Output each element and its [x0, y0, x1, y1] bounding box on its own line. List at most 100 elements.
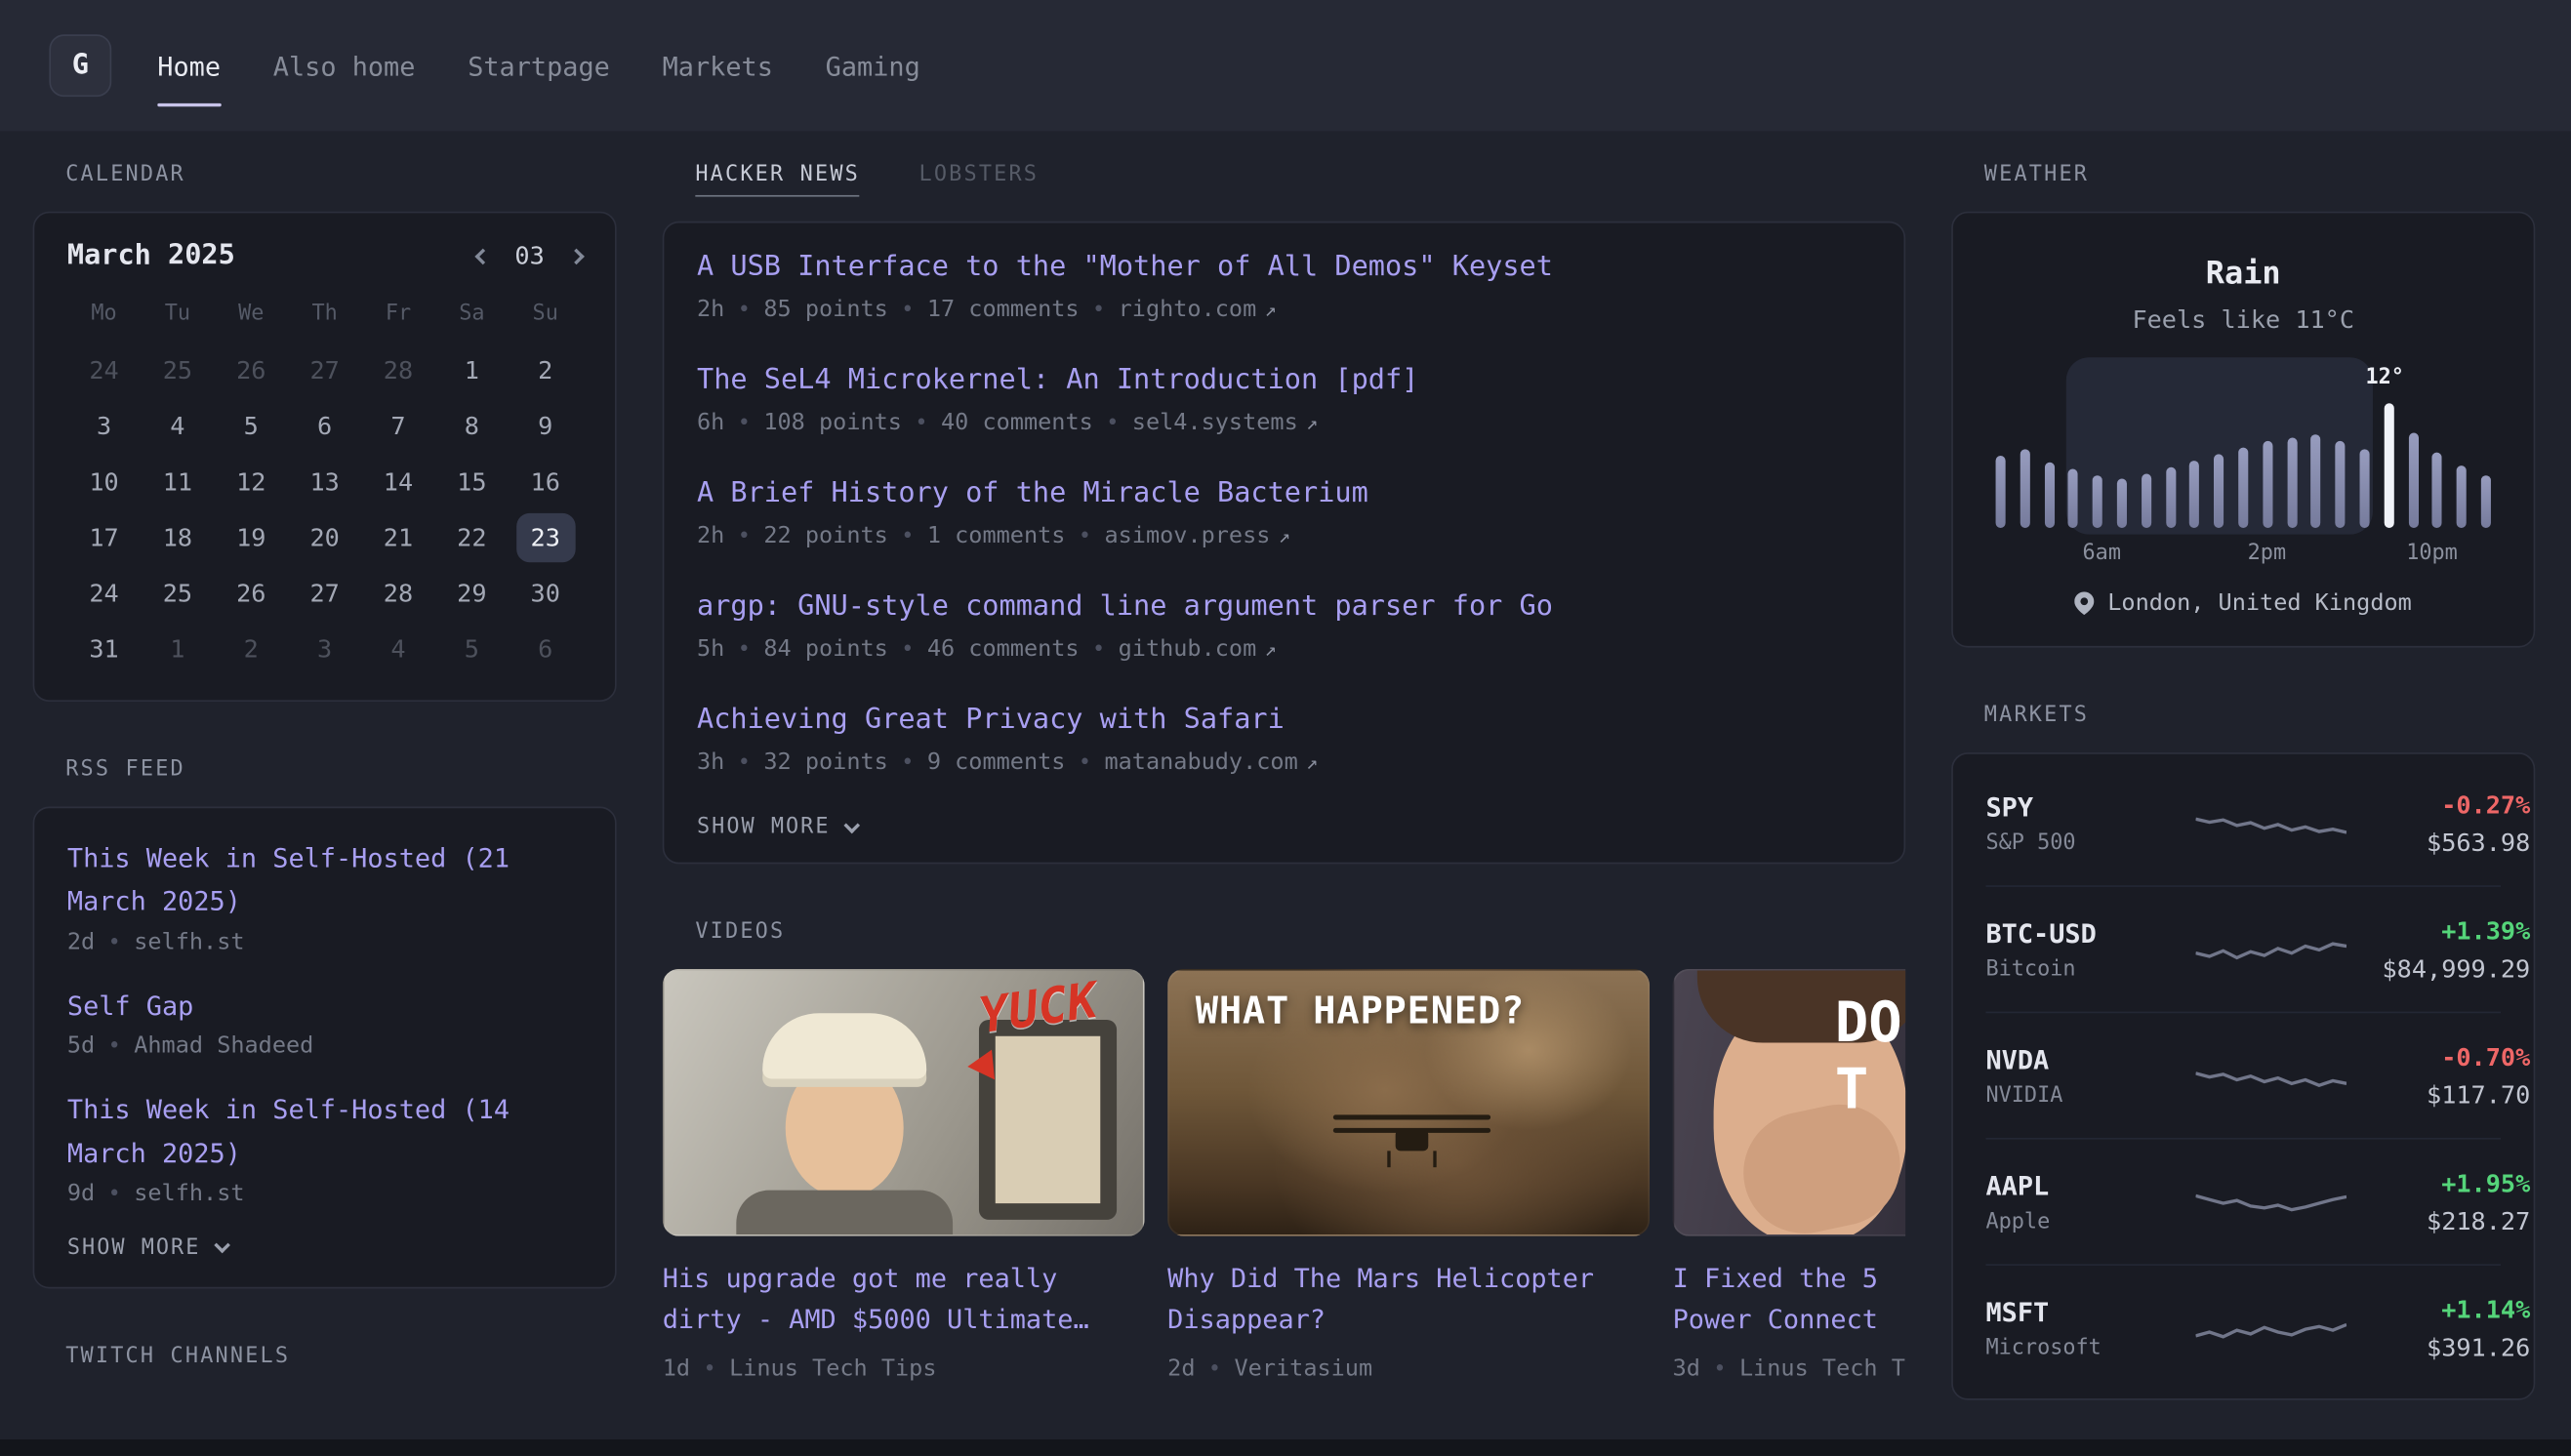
nav-tab-home[interactable]: Home: [157, 0, 221, 131]
rss-item-link[interactable]: Self Gap: [67, 985, 583, 1028]
logo[interactable]: G: [49, 34, 111, 97]
calendar-day[interactable]: 11: [141, 458, 214, 506]
external-link-icon: ↗: [1306, 412, 1318, 435]
market-row-spy[interactable]: SPYS&P 500-0.27%$563.98: [1985, 761, 2501, 887]
news-story: A USB Interface to the "Mother of All De…: [697, 249, 1871, 323]
calendar-day[interactable]: 30: [509, 569, 582, 618]
video-card[interactable]: YUCKHis upgrade got me really dirty - AM…: [663, 970, 1145, 1383]
calendar-day[interactable]: 26: [215, 569, 288, 618]
market-values: +1.14%$391.26: [2347, 1295, 2530, 1362]
market-row-btc-usd[interactable]: BTC-USDBitcoin+1.39%$84,999.29: [1985, 887, 2501, 1013]
calendar-day[interactable]: 24: [67, 569, 141, 618]
calendar-day[interactable]: 6: [288, 402, 361, 451]
nav-tab-also-home[interactable]: Also home: [273, 0, 416, 131]
calendar-day[interactable]: 2: [215, 625, 288, 673]
calendar-day[interactable]: 4: [141, 402, 214, 451]
calendar-day-number: 24: [74, 569, 133, 618]
nav-tab-gaming[interactable]: Gaming: [826, 0, 920, 131]
rss-show-more-button[interactable]: SHOW MORE: [67, 1236, 583, 1261]
calendar-day[interactable]: 27: [288, 345, 361, 394]
calendar-day[interactable]: 20: [288, 513, 361, 562]
rss-item-link[interactable]: This Week in Self-Hosted (21 March 2025): [67, 837, 583, 924]
meta-part: 9 comments: [927, 750, 1066, 777]
calendar-day[interactable]: 19: [215, 513, 288, 562]
calendar-day[interactable]: 22: [435, 513, 509, 562]
weather-time-labels: 6am2pm10pm: [1996, 541, 2491, 570]
news-tab-lobsters[interactable]: LOBSTERS: [918, 162, 1039, 196]
story-domain-link[interactable]: asimov.press↗: [1104, 523, 1289, 549]
market-row-msft[interactable]: MSFTMicrosoft+1.14%$391.26: [1985, 1266, 2501, 1392]
calendar-day[interactable]: 27: [288, 569, 361, 618]
calendar-day[interactable]: 8: [435, 402, 509, 451]
nav-tab-startpage[interactable]: Startpage: [468, 0, 610, 131]
meta-part: 5d: [67, 1033, 95, 1060]
video-card[interactable]: WHAT HAPPENED?Why Did The Mars Helicopte…: [1167, 970, 1650, 1383]
calendar-day[interactable]: 3: [288, 625, 361, 673]
calendar-day[interactable]: 3: [67, 402, 141, 451]
chevron-left-icon[interactable]: [477, 250, 489, 262]
market-row-nvda[interactable]: NVDANVIDIA-0.70%$117.70: [1985, 1013, 2501, 1139]
story-title-link[interactable]: argp: GNU-style command line argument pa…: [697, 589, 1871, 626]
calendar-day[interactable]: 4: [361, 625, 434, 673]
story-domain-link[interactable]: github.com↗: [1119, 636, 1277, 663]
meta-part: Linus Tech Tips: [1739, 1355, 1905, 1382]
calendar-day[interactable]: 6: [509, 625, 582, 673]
chevron-right-icon[interactable]: [571, 250, 583, 262]
calendar-day[interactable]: 5: [435, 625, 509, 673]
calendar-day[interactable]: 23: [509, 513, 582, 562]
calendar-day[interactable]: 13: [288, 458, 361, 506]
calendar-day[interactable]: 28: [361, 345, 434, 394]
story-title-link[interactable]: The SeL4 Microkernel: An Introduction [p…: [697, 362, 1871, 398]
calendar-day[interactable]: 24: [67, 345, 141, 394]
video-title-link[interactable]: His upgrade got me really dirty - AMD $5…: [663, 1260, 1145, 1341]
calendar-day-number: 11: [148, 458, 207, 506]
calendar-day[interactable]: 14: [361, 458, 434, 506]
rss-list: This Week in Self-Hosted (21 March 2025)…: [67, 837, 583, 1206]
calendar-day[interactable]: 10: [67, 458, 141, 506]
calendar-day[interactable]: 25: [141, 345, 214, 394]
nav-tab-markets[interactable]: Markets: [663, 0, 773, 131]
story-title-link[interactable]: A Brief History of the Miracle Bacterium: [697, 476, 1871, 512]
calendar-day-number: 14: [369, 458, 428, 506]
calendar-day[interactable]: 26: [215, 345, 288, 394]
news-show-more-button[interactable]: SHOW MORE: [697, 816, 1871, 840]
external-link-icon: ↗: [1265, 299, 1277, 322]
story-title-link[interactable]: A USB Interface to the "Mother of All De…: [697, 249, 1871, 285]
news-tab-hacker-news[interactable]: HACKER NEWS: [695, 162, 860, 196]
calendar-day[interactable]: 2: [509, 345, 582, 394]
market-row-aapl[interactable]: AAPLApple+1.95%$218.27: [1985, 1140, 2501, 1266]
calendar-day[interactable]: 29: [435, 569, 509, 618]
rss-item-link[interactable]: This Week in Self-Hosted (14 March 2025): [67, 1089, 583, 1176]
calendar-day[interactable]: 17: [67, 513, 141, 562]
calendar-day[interactable]: 5: [215, 402, 288, 451]
video-title-link[interactable]: Why Did The Mars Helicopter Disappear?: [1167, 1260, 1650, 1341]
calendar-day[interactable]: 1: [435, 345, 509, 394]
video-card[interactable]: DO TI Fixed the 5 Power Connect3d•Linus …: [1673, 970, 1906, 1383]
calendar-day[interactable]: 1: [141, 625, 214, 673]
calendar-day[interactable]: 16: [509, 458, 582, 506]
calendar-day[interactable]: 25: [141, 569, 214, 618]
calendar-day[interactable]: 15: [435, 458, 509, 506]
story-title-link[interactable]: Achieving Great Privacy with Safari: [697, 703, 1871, 739]
calendar-day[interactable]: 28: [361, 569, 434, 618]
calendar-day[interactable]: 31: [67, 625, 141, 673]
calendar-day[interactable]: 21: [361, 513, 434, 562]
weather-condition: Rain: [1985, 256, 2501, 292]
calendar-day[interactable]: 7: [361, 402, 434, 451]
video-title-link[interactable]: I Fixed the 5 Power Connect: [1673, 1260, 1906, 1341]
news-story: Achieving Great Privacy with Safari3h•32…: [697, 703, 1871, 777]
bullet-separator: •: [738, 751, 751, 776]
rss-item: This Week in Self-Hosted (14 March 2025)…: [67, 1089, 583, 1207]
calendar-day-number: 7: [369, 402, 428, 451]
calendar-day[interactable]: 18: [141, 513, 214, 562]
story-domain-link[interactable]: matanabudy.com↗: [1104, 750, 1318, 777]
story-domain-link[interactable]: righto.com↗: [1119, 297, 1277, 323]
calendar-day[interactable]: 12: [215, 458, 288, 506]
news-story: A Brief History of the Miracle Bacterium…: [697, 476, 1871, 550]
external-link-icon: ↗: [1306, 751, 1318, 775]
story-meta: 5h•84 points•46 comments•github.com↗: [697, 636, 1871, 663]
calendar-day-number: 24: [74, 345, 133, 394]
calendar-day[interactable]: 9: [509, 402, 582, 451]
story-domain-link[interactable]: sel4.systems↗: [1132, 410, 1318, 436]
rss-widget: RSS FEED This Week in Self-Hosted (21 Ma…: [33, 757, 617, 1288]
